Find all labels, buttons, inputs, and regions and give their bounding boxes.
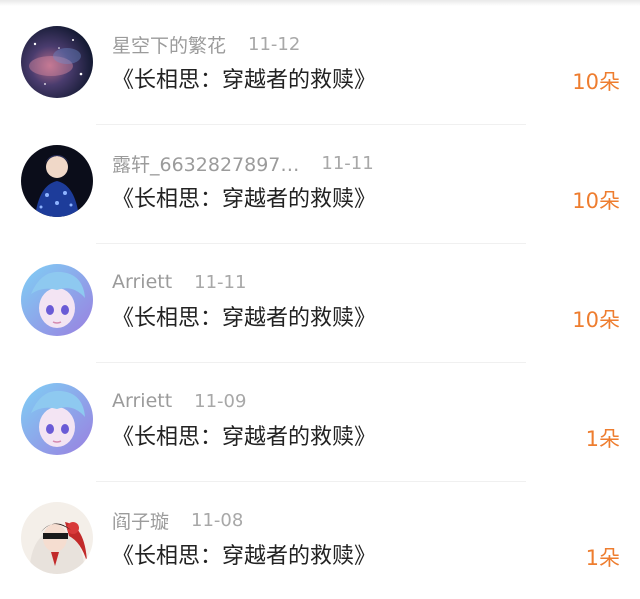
- list-item[interactable]: 露轩_6632827897… 11-11 《长相思：穿越者的救赎》 10朵: [0, 119, 640, 244]
- gift-amount: 10朵: [572, 70, 620, 94]
- item-meta: 星空下的繁花 11-12: [112, 30, 300, 58]
- anime-girl-avatar[interactable]: [21, 383, 93, 455]
- gift-title: 《长相思：穿越者的救赎》: [112, 306, 377, 331]
- username[interactable]: 阎子璇: [112, 507, 169, 534]
- date: 11-09: [194, 390, 247, 412]
- gift-amount: 10朵: [572, 189, 620, 213]
- list-item[interactable]: Arriett 11-11 《长相思：穿越者的救赎》 10朵: [0, 238, 640, 363]
- item-meta: 露轩_6632827897… 11-11: [112, 149, 374, 177]
- gift-amount: 10朵: [572, 308, 620, 332]
- gift-title: 《长相思：穿越者的救赎》: [112, 544, 377, 569]
- date: 11-12: [248, 33, 301, 55]
- list-item[interactable]: 星空下的繁花 11-12 《长相思：穿越者的救赎》 10朵: [0, 0, 640, 125]
- item-meta: Arriett 11-09: [112, 387, 246, 415]
- gift-amount: 1朵: [585, 427, 620, 451]
- username[interactable]: Arriett: [112, 390, 172, 412]
- date: 11-11: [194, 271, 247, 293]
- item-meta: Arriett 11-11: [112, 268, 246, 296]
- username[interactable]: 露轩_6632827897…: [112, 150, 299, 177]
- item-meta: 阎子璇 11-08: [112, 506, 243, 534]
- username[interactable]: 星空下的繁花: [112, 31, 226, 58]
- date: 11-08: [191, 509, 244, 531]
- anime-girl-avatar[interactable]: [21, 264, 93, 336]
- gift-title: 《长相思：穿越者的救赎》: [112, 187, 377, 212]
- gift-amount: 1朵: [585, 546, 620, 570]
- costume-avatar[interactable]: [21, 502, 93, 574]
- gift-title: 《长相思：穿越者的救赎》: [112, 425, 377, 450]
- singer-avatar[interactable]: [21, 145, 93, 217]
- gift-title: 《长相思：穿越者的救赎》: [112, 68, 377, 93]
- list-item[interactable]: Arriett 11-09 《长相思：穿越者的救赎》 1朵: [0, 357, 640, 482]
- date: 11-11: [321, 152, 374, 174]
- username[interactable]: Arriett: [112, 271, 172, 293]
- nebula-avatar[interactable]: [21, 26, 93, 98]
- list-item[interactable]: 阎子璇 11-08 《长相思：穿越者的救赎》 1朵: [0, 476, 640, 595]
